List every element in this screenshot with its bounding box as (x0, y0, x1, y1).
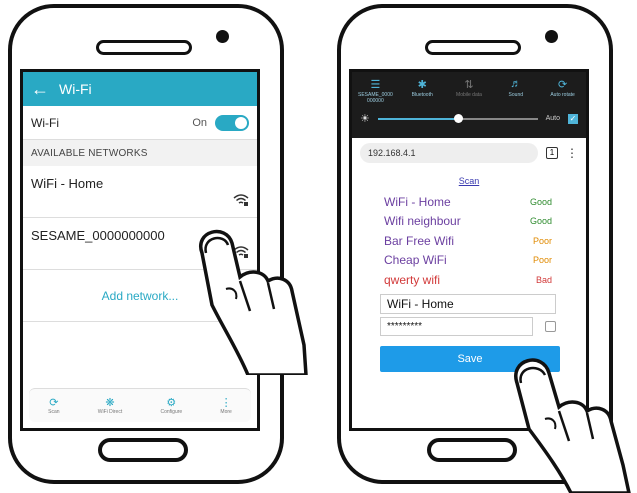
sound-icon: ♬ (510, 78, 522, 90)
more-vert-icon: ⋮ (220, 396, 232, 409)
bottom-action-bar: ⟳ Scan ❋ WiFi Direct ⚙ Configure ⋮ More (29, 388, 251, 422)
wifi-toggle-row[interactable]: Wi-Fi On (23, 106, 257, 140)
home-button[interactable] (98, 438, 188, 462)
section-header: AVAILABLE NETWORKS (23, 140, 257, 166)
qs-mobile-data[interactable]: ⇅ Mobile data (446, 78, 492, 104)
wifi-lock-icon (233, 194, 249, 209)
qs-bluetooth[interactable]: ✱ Bluetooth (399, 78, 445, 104)
list-item[interactable]: WiFi - Home Good (384, 192, 552, 212)
app-bar: ← Wi-Fi (23, 72, 257, 106)
qs-sound[interactable]: ♬ Sound (493, 78, 539, 104)
phone-left: ← Wi-Fi Wi-Fi On AVAILABLE NETWORKS WiFi… (8, 4, 284, 484)
phone-right: ☰ SESAME_0000 000000 ✱ Bluetooth ⇅ Mobile d… (337, 4, 613, 484)
brightness-slider[interactable] (377, 113, 538, 123)
qs-auto-rotate[interactable]: ⟳ Auto rotate (540, 78, 586, 104)
speaker-grille (96, 40, 192, 55)
browser-menu-icon[interactable]: ⋮ (566, 146, 578, 160)
quick-settings-panel: ☰ SESAME_0000 000000 ✱ Bluetooth ⇅ Mobile d… (352, 72, 586, 138)
url-bar[interactable]: 192.168.4.1 (360, 143, 538, 163)
ssid-input[interactable]: WiFi - Home (380, 293, 556, 314)
save-button[interactable]: Save (380, 345, 560, 372)
wifi-settings-screen: ← Wi-Fi Wi-Fi On AVAILABLE NETWORKS WiFi… (20, 69, 260, 431)
wifi-icon: ☰ (370, 79, 381, 91)
list-item[interactable]: Cheap WiFi Poor (384, 251, 552, 271)
show-password-checkbox[interactable] (545, 320, 556, 332)
qs-wifi[interactable]: ☰ SESAME_0000 000000 (352, 78, 398, 104)
wifi-state: On (192, 116, 207, 129)
wifi-direct-action[interactable]: ❋ WiFi Direct (98, 397, 122, 415)
auto-brightness-checkbox[interactable]: ✓ (568, 113, 578, 124)
gear-icon: ⚙ (166, 396, 177, 409)
network-name: WiFi - Home (31, 176, 104, 191)
wifi-direct-icon: ❋ (105, 396, 115, 409)
tab-count-button[interactable]: 1 (546, 147, 558, 159)
add-network-link[interactable]: Add network... (23, 270, 257, 322)
more-action[interactable]: ⋮ More (220, 397, 231, 415)
configure-action[interactable]: ⚙ Configure (160, 397, 182, 415)
browser-toolbar: 192.168.4.1 1 ⋮ (352, 138, 586, 168)
speaker-grille (425, 40, 521, 55)
bluetooth-icon: ✱ (417, 79, 427, 91)
brightness-auto-label: Auto (545, 115, 560, 122)
front-camera (545, 30, 558, 43)
refresh-icon: ⟳ (49, 396, 59, 409)
rotate-icon: ⟳ (557, 79, 568, 91)
back-arrow-icon[interactable]: ← (31, 79, 59, 100)
page-title: Wi-Fi (59, 81, 92, 97)
brightness-icon: ☀ (360, 113, 370, 125)
wifi-lock-icon (233, 246, 249, 261)
list-item[interactable]: qwerty wifi Bad (384, 270, 552, 290)
network-item[interactable]: SESAME_0000000000 (23, 218, 257, 270)
network-name: SESAME_0000000000 (31, 228, 165, 243)
home-button[interactable] (427, 438, 517, 462)
scan-link[interactable]: Scan (352, 176, 586, 186)
password-input[interactable]: ********* (380, 316, 533, 336)
access-point-list: WiFi - Home Good Wifi neighbour Good Bar F… (352, 192, 586, 290)
network-item[interactable]: WiFi - Home (23, 166, 257, 218)
wifi-toggle[interactable] (215, 114, 249, 131)
wifi-label: Wi-Fi (31, 115, 59, 130)
list-item[interactable]: Wifi neighbour Good (384, 212, 552, 232)
list-item[interactable]: Bar Free Wifi Poor (384, 231, 552, 251)
scan-action[interactable]: ⟳ Scan (48, 397, 59, 415)
slider-knob[interactable] (453, 113, 463, 123)
config-portal-screen: ☰ SESAME_0000 000000 ✱ Bluetooth ⇅ Mobile d… (349, 69, 589, 431)
mobile-data-icon: ⇅ (464, 79, 474, 91)
front-camera (216, 30, 229, 43)
